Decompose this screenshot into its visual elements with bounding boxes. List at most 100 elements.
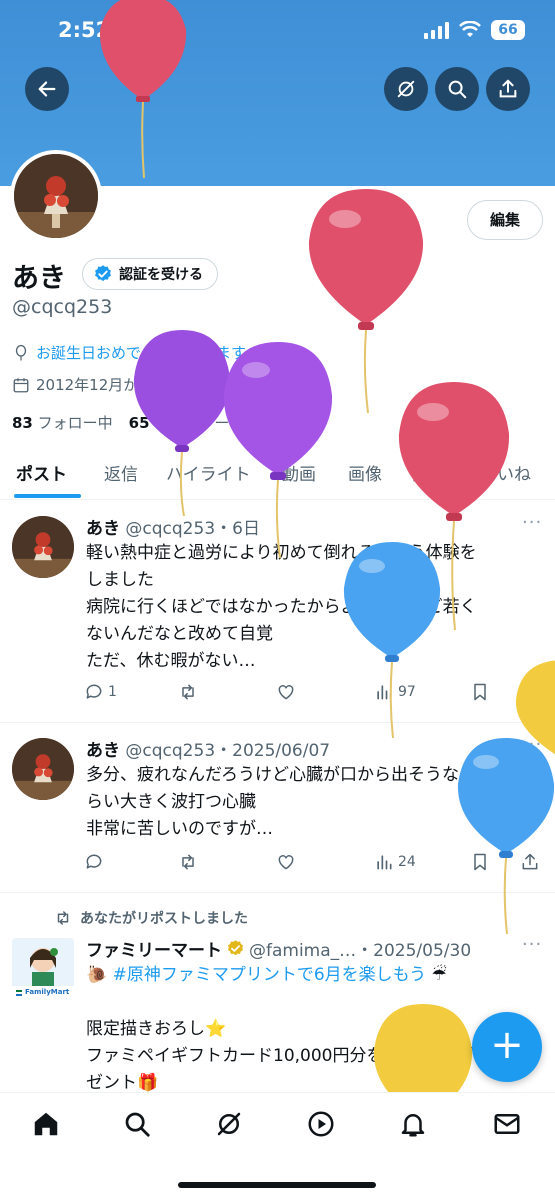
post-line: 非常に苦しいのですが… — [86, 819, 273, 839]
post-header: あき @cqcq253・2025/06/07 — [86, 736, 330, 761]
reply-button[interactable]: 1 — [84, 682, 117, 702]
tab-highlights[interactable]: ハイライト — [166, 460, 251, 485]
bookmark-icon — [474, 683, 486, 701]
post-author[interactable]: あき — [86, 519, 120, 539]
post-line: 多分、疲れなんだろうけど心臓が口から出そうなく — [86, 765, 476, 785]
post-avatar[interactable] — [12, 516, 74, 578]
post-divider — [0, 892, 555, 893]
repost-button[interactable] — [178, 852, 198, 872]
post-header: ファミリーマート @famima_…・2025/05/30 — [86, 936, 471, 961]
post-actions: 24 — [0, 852, 555, 878]
video-icon[interactable] — [306, 1109, 336, 1139]
post-share-button[interactable] — [520, 852, 540, 872]
tab-videos[interactable]: 動画 — [282, 460, 316, 485]
reply-icon — [86, 684, 102, 699]
post-text[interactable]: 🐌 #原神ファミマプリントで6月を楽しもう ☔ 限定描きおろし⭐ ファミペイギフ… — [86, 962, 536, 1097]
compose-button[interactable]: + — [472, 1012, 542, 1082]
share-icon — [522, 683, 538, 700]
post-header: あき @cqcq253・6日 — [86, 514, 260, 539]
tab-articles[interactable]: 記事 — [412, 460, 446, 485]
views-icon — [377, 855, 392, 870]
mail-icon[interactable] — [492, 1109, 522, 1139]
views-count: 97 — [398, 684, 416, 700]
followers-count: 65 — [128, 414, 150, 432]
post-more-button[interactable]: ··· — [522, 734, 542, 755]
tab-likes[interactable]: いいね — [480, 460, 531, 485]
post-author[interactable]: ファミリーマート — [86, 936, 222, 961]
post-more-button[interactable]: ··· — [522, 512, 542, 533]
post-line: らい大きく波打つ心臓 — [86, 792, 256, 812]
birthday-text[interactable]: お誕生日おめでとうございます。 — [36, 342, 260, 363]
post-handle-time: @famima_…・2025/05/30 — [249, 941, 472, 961]
get-verified-button[interactable]: 認証を受ける — [82, 258, 218, 290]
tab-replies[interactable]: 返信 — [104, 460, 138, 485]
post-more-button[interactable]: ··· — [522, 934, 542, 955]
snail-emoji-icon: 🐌 — [86, 965, 108, 985]
joined-row: 2012年12月からXを利用しています — [12, 374, 283, 395]
share-icon — [499, 79, 517, 98]
post-actions: 1 97 — [0, 682, 555, 708]
follow-stats: 83 フォロー中 65 フォロワー — [12, 412, 229, 433]
views-button[interactable]: 97 — [374, 682, 416, 702]
bookmark-button[interactable] — [470, 852, 490, 872]
heart-icon — [278, 685, 294, 700]
explore-icon[interactable] — [122, 1109, 152, 1139]
tab-images[interactable]: 画像 — [348, 460, 382, 485]
umbrella-emoji-icon: ☔ — [431, 965, 447, 985]
post-text[interactable]: 軽い熱中症と過労により初めて倒れると言う体験を しました 病院に行くほどではなか… — [86, 540, 536, 675]
post-author[interactable]: あき — [86, 741, 120, 761]
profile-tabs: ポスト 返信 ハイライト 動画 画像 記事 いいね — [0, 450, 555, 500]
familymart-avatar[interactable]: FamilyMart — [12, 938, 74, 1000]
grok-button[interactable] — [384, 67, 428, 111]
followers-link[interactable]: 65 フォロワー — [129, 412, 230, 433]
profile-avatar[interactable] — [10, 150, 102, 242]
status-indicators: 66 — [424, 20, 525, 40]
wifi-icon — [459, 21, 481, 37]
views-button[interactable]: 24 — [374, 852, 416, 872]
reply-count: 1 — [108, 684, 117, 700]
get-verified-label: 認証を受ける — [119, 267, 203, 283]
post-avatar[interactable] — [12, 738, 74, 800]
reply-button[interactable] — [84, 852, 104, 872]
home-indicator — [178, 1182, 376, 1188]
back-button[interactable] — [25, 67, 69, 111]
grok-icon — [397, 80, 415, 98]
share-button[interactable] — [486, 67, 530, 111]
like-button[interactable] — [276, 682, 296, 702]
bell-icon[interactable] — [398, 1109, 428, 1139]
views-icon — [377, 685, 392, 700]
post-share-button[interactable] — [520, 682, 540, 702]
gold-verified-badge-icon — [227, 940, 244, 956]
repost-indicator: あなたがリポストしました — [54, 908, 248, 928]
post-line: 軽い熱中症と過労により初めて倒れると言う体験を — [86, 543, 477, 563]
edit-profile-button[interactable]: 編集 — [467, 200, 543, 240]
search-button[interactable] — [435, 67, 479, 111]
active-tab-indicator — [14, 494, 81, 498]
post-line: ファミペイギフトカード10,000円分を10名様にプレ — [86, 1046, 491, 1066]
profile-name: あき — [12, 263, 66, 294]
hashtag-link[interactable]: #原神ファミマプリントで6月を楽しもう — [113, 965, 427, 985]
home-icon[interactable] — [31, 1109, 61, 1139]
profile-handle: @cqcq253 — [12, 296, 113, 318]
reply-icon — [86, 854, 102, 869]
balloon-icon — [15, 344, 27, 360]
tab-posts[interactable]: ポスト — [16, 460, 67, 485]
search-icon — [448, 80, 467, 99]
following-link[interactable]: 83 フォロー中 — [12, 412, 113, 433]
post-line: ないんだなと改めて自覚 — [86, 624, 273, 644]
following-label: フォロー中 — [37, 414, 113, 432]
repost-button[interactable] — [178, 682, 198, 702]
signal-icon — [424, 21, 449, 39]
post-line: しました — [86, 570, 154, 590]
post-divider — [0, 722, 555, 723]
post-line: ただ、休む暇がない… — [86, 651, 256, 671]
familymart-logo-text: FamilyMart — [25, 988, 70, 996]
back-arrow-icon — [38, 81, 56, 97]
repost-icon — [57, 911, 69, 925]
share-icon — [522, 853, 538, 870]
like-button[interactable] — [276, 852, 296, 872]
bookmark-button[interactable] — [470, 682, 490, 702]
views-count: 24 — [398, 854, 416, 870]
grok-icon[interactable] — [214, 1109, 244, 1139]
post-text[interactable]: 多分、疲れなんだろうけど心臓が口から出そうなく らい大きく波打つ心臓 非常に苦し… — [86, 762, 536, 843]
